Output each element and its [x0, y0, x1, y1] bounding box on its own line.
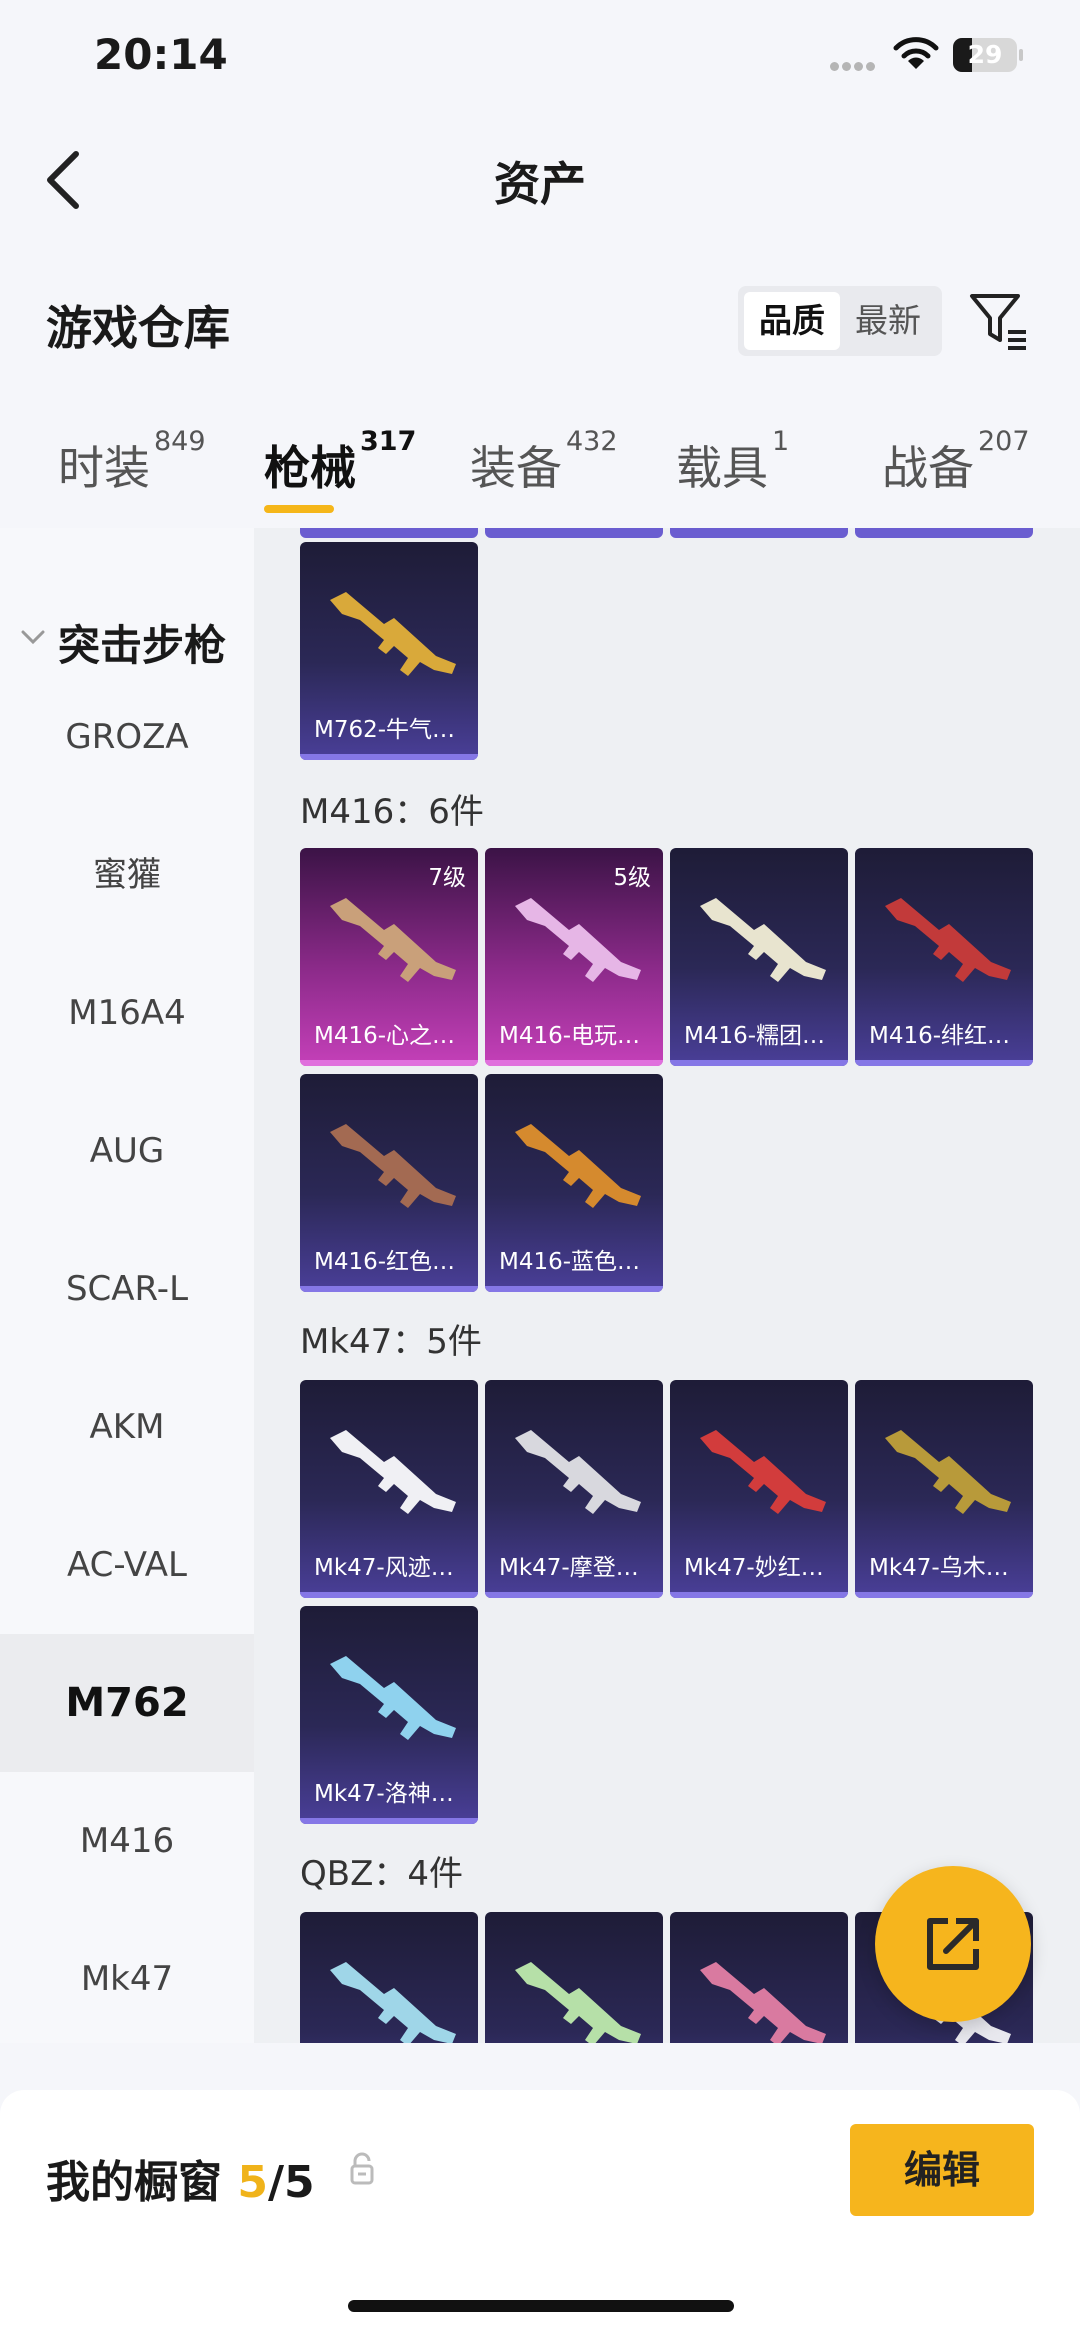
battery-level: 29: [967, 40, 1003, 69]
tab-supplies[interactable]: 战备 207: [882, 426, 1030, 530]
gun-icon: [700, 898, 826, 982]
sidebar-item-akm[interactable]: AKM: [0, 1358, 254, 1496]
weapon-name: M762-牛气…: [314, 717, 456, 743]
group-label-m416: M416：6件: [300, 792, 484, 832]
weapon-name: M416-蓝色…: [499, 1249, 641, 1275]
weapon-name: Mk47-摩登…: [499, 1555, 639, 1581]
weapon-card[interactable]: M416-绯红…: [855, 848, 1033, 1066]
showcase-count-total: /5: [267, 2157, 315, 2208]
weapon-card[interactable]: Mk47-洛神…: [300, 1606, 478, 1824]
gun-icon: [700, 1430, 826, 1514]
sidebar-item-m416[interactable]: M416: [0, 1772, 254, 1910]
weapon-card[interactable]: 7级 M416-心之…: [300, 848, 478, 1066]
home-indicator: [348, 2300, 734, 2312]
tab-outfits[interactable]: 时装 849: [58, 426, 206, 530]
weapon-card[interactable]: 5级 M416-电玩…: [485, 848, 663, 1066]
sidebar-item-groza[interactable]: GROZA: [0, 668, 254, 806]
group-label-qbz: QBZ：4件: [300, 1854, 464, 1894]
gun-icon: [330, 592, 456, 676]
weapon-name: M416-绯红…: [869, 1023, 1011, 1049]
weapon-name: Mk47-风迹…: [314, 1555, 454, 1581]
sidebar-item-m762[interactable]: M762: [0, 1634, 254, 1772]
sidebar-item-aug[interactable]: AUG: [0, 1082, 254, 1220]
gun-icon: [515, 898, 641, 982]
gun-icon: [515, 1430, 641, 1514]
showcase-label: 我的橱窗 5/5: [46, 2157, 315, 2208]
sidebar-item-mk47[interactable]: Mk47: [0, 1910, 254, 2048]
gun-icon: [515, 1124, 641, 1208]
status-bar: 20:14 29: [0, 0, 1080, 120]
weapon-card[interactable]: Mk47-风迹…: [300, 1380, 478, 1598]
sidebar-item-m16a4[interactable]: M16A4: [0, 944, 254, 1082]
sidebar-item-honey-badger[interactable]: 蜜獾: [0, 806, 254, 944]
gun-icon: [700, 1962, 826, 2043]
status-time: 20:14: [94, 30, 228, 79]
weapon-name: Mk47-妙红…: [684, 1555, 824, 1581]
gun-icon: [330, 1962, 456, 2043]
weapon-grid: M762-牛气… M416：6件 7级 M416-心之… 5级 M416-电玩……: [254, 528, 1080, 2043]
partial-card: [485, 528, 663, 538]
gun-icon: [885, 1430, 1011, 1514]
sort-toggle[interactable]: 品质 最新: [738, 286, 942, 356]
weapon-card[interactable]: Mk47-摩登…: [485, 1380, 663, 1598]
weapon-name: Mk47-乌木…: [869, 1555, 1009, 1581]
group-label-mk47: Mk47：5件: [300, 1322, 482, 1362]
partial-card: [855, 528, 1033, 538]
share-icon: [927, 1918, 979, 1970]
page-title: 资产: [494, 157, 586, 211]
weapon-card[interactable]: M416-糯团…: [670, 848, 848, 1066]
gun-icon: [330, 1430, 456, 1514]
sort-quality-option[interactable]: 品质: [744, 292, 840, 350]
section-title: 游戏仓库: [46, 301, 230, 355]
chevron-down-icon: [21, 630, 45, 645]
gun-icon: [330, 1124, 456, 1208]
gun-icon: [330, 898, 456, 982]
gun-icon: [515, 1962, 641, 2043]
weapon-card[interactable]: M416-蓝色…: [485, 1074, 663, 1292]
gun-icon: [330, 1656, 456, 1740]
signal-icon: [830, 56, 878, 71]
weapon-card[interactable]: Mk47-乌木…: [855, 1380, 1033, 1598]
weapon-card[interactable]: M762-牛气…: [300, 542, 478, 760]
weapon-card[interactable]: Mk47-妙红…: [670, 1380, 848, 1598]
active-tab-indicator: [264, 505, 334, 513]
showcase-count-current: 5: [237, 2157, 268, 2208]
gun-icon: [885, 898, 1011, 982]
weapon-name: M416-电玩…: [499, 1023, 641, 1049]
wifi-icon: [893, 37, 939, 69]
weapon-card[interactable]: M416-红色…: [300, 1074, 478, 1292]
tab-weapons[interactable]: 枪械 317: [264, 426, 416, 530]
weapon-card[interactable]: [300, 1912, 478, 2043]
sort-latest-option[interactable]: 最新: [840, 292, 936, 350]
tab-vehicles[interactable]: 载具 1: [676, 426, 789, 530]
partial-card: [670, 528, 848, 538]
lock-icon: [350, 2152, 374, 2185]
sidebar-item-scar-l[interactable]: SCAR-L: [0, 1220, 254, 1358]
filter-icon[interactable]: [968, 290, 1030, 352]
share-button[interactable]: [875, 1866, 1031, 2022]
category-tabs: 时装 849 枪械 317 装备 432 载具 1 战备 207: [0, 426, 1080, 530]
weapon-type-sidebar: 突击步枪 GROZA 蜜獾 M16A4 AUG SCAR-L AKM AC-VA…: [0, 528, 254, 2043]
weapon-card[interactable]: [485, 1912, 663, 2043]
weapon-name: M416-心之…: [314, 1023, 456, 1049]
battery-icon: 29: [953, 38, 1023, 72]
edit-button[interactable]: 编辑: [850, 2124, 1034, 2216]
sidebar-group-label: 突击步枪: [58, 621, 227, 670]
partial-card: [300, 528, 478, 538]
weapon-card[interactable]: [670, 1912, 848, 2043]
weapon-name: M416-红色…: [314, 1249, 456, 1275]
weapon-name: M416-糯团…: [684, 1023, 826, 1049]
sidebar-item-ac-val[interactable]: AC-VAL: [0, 1496, 254, 1634]
tab-equipment[interactable]: 装备 432: [470, 426, 618, 530]
weapon-name: Mk47-洛神…: [314, 1781, 454, 1807]
